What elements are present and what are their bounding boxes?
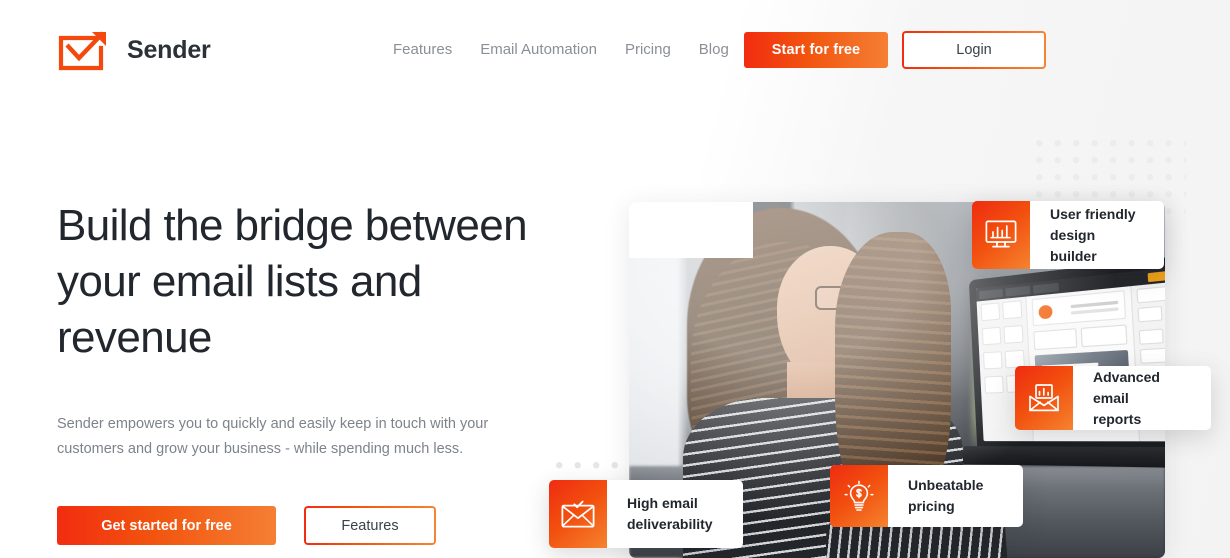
lightbulb-dollar-icon [830,465,888,527]
nav-link-blog[interactable]: Blog [699,40,729,60]
login-button[interactable]: Login [902,31,1046,69]
hero-subtitle: Sender empowers you to quickly and easil… [57,416,489,457]
envelope-check-icon [549,480,607,548]
brand-logo[interactable]: Sender [57,28,211,72]
photo-corner-mask [629,202,753,258]
feature-card-email-reports[interactable]: Advanced email reports [1015,366,1211,430]
monitor-chart-icon [972,201,1030,269]
feature-card-label: User friendly design builder [1030,201,1164,269]
feature-card-line2: design builder [1050,226,1097,264]
features-button[interactable]: Features [304,506,436,545]
feature-card-pricing[interactable]: Unbeatable pricing [830,465,1023,527]
site-header: Sender Features Email Automation Pricing… [0,0,1230,100]
hero-content: Build the bridge between your email list… [57,198,528,545]
feature-card-design-builder[interactable]: User friendly design builder [972,201,1164,269]
feature-card-label: Unbeatable pricing [888,465,1023,527]
get-started-for-free-button[interactable]: Get started for free [57,506,276,545]
nav-link-pricing[interactable]: Pricing [625,40,671,60]
primary-navigation: Features Email Automation Pricing Blog [393,40,729,60]
feature-card-line1: High email [627,495,698,511]
feature-card-line1: User friendly [1050,205,1136,222]
feature-card-label: Advanced email reports [1073,366,1211,430]
hero-actions: Get started for free Features [57,506,527,545]
start-for-free-button[interactable]: Start for free [744,32,888,68]
envelope-arrow-up-icon [57,28,113,72]
nav-link-features[interactable]: Features [393,40,452,60]
feature-card-line2: reports [1093,410,1142,427]
envelope-chart-icon [1015,366,1073,430]
feature-card-line1: Advanced email [1093,368,1160,406]
feature-card-label: High email deliverability [607,480,743,548]
brand-name: Sender [127,35,211,64]
landing-page: Sender Features Email Automation Pricing… [0,0,1230,558]
feature-card-deliverability[interactable]: High email deliverability [549,480,743,548]
feature-card-line2: deliverability [627,516,713,532]
page-title: Build the bridge between your email list… [57,201,528,362]
nav-link-email-automation[interactable]: Email Automation [480,40,597,60]
feature-card-line1: Unbeatable [908,477,984,493]
feature-card-line2: pricing [908,498,955,514]
dot-grid-decoration-bottom [556,462,632,476]
